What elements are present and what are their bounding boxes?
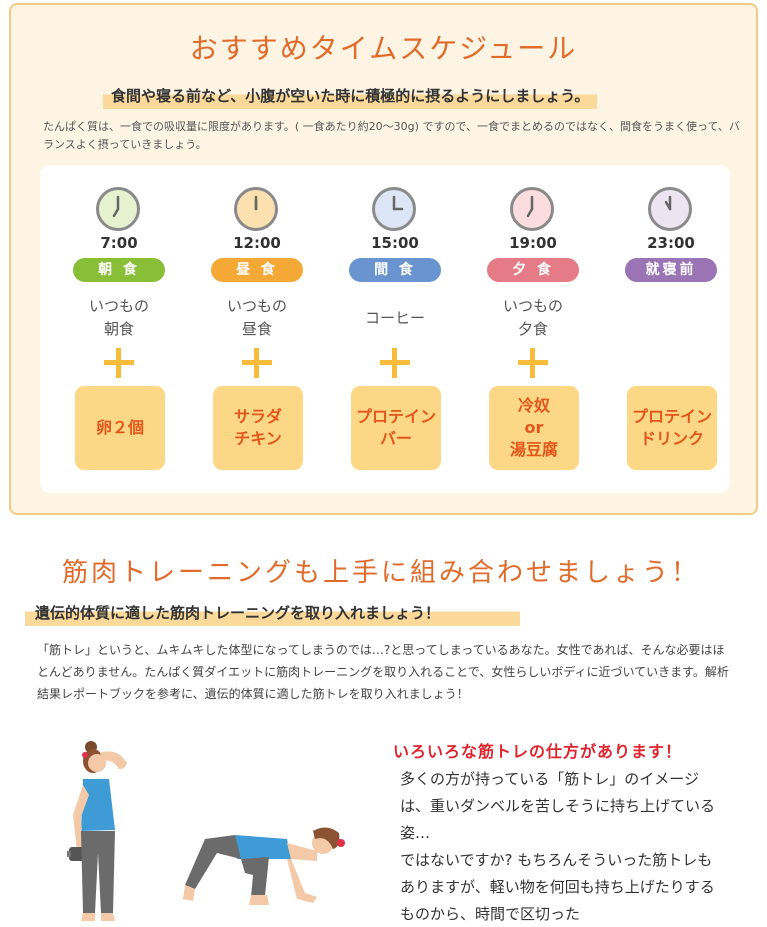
schedule-card: 7:00 朝 食いつもの 朝食 卵２個 12:00 昼 食いつもの 昼食 サラダ チキン 1… bbox=[40, 165, 730, 493]
schedule-time: 19:00 bbox=[509, 234, 557, 252]
protein-food-card: 卵２個 bbox=[75, 386, 165, 470]
clock-icon bbox=[648, 187, 692, 231]
woman-dumbbell-illustration bbox=[67, 741, 127, 921]
schedule-title: おすすめタイムスケジュール bbox=[189, 32, 578, 65]
ways-body: 多くの方が持っている「筋トレ」のイメージは、重いダンベルを苦しそうに持ち上げてい… bbox=[400, 770, 716, 923]
meal-badge: 就寝前 bbox=[625, 258, 717, 282]
meal-badge: 間 食 bbox=[349, 258, 441, 282]
protein-food-card: 冷奴 or 湯豆腐 bbox=[489, 386, 579, 470]
protein-food-card: プロテイン バー bbox=[351, 386, 441, 470]
schedule-description: たんぱく質は、一食での吸収量に限度があります。( 一食あたり約20～30g) で… bbox=[43, 120, 740, 151]
training-title: 筋肉トレーニングも上手に組み合わせましょう！ bbox=[62, 558, 701, 588]
protein-food-card: プロテイン ドリンク bbox=[627, 386, 717, 470]
clock-icon bbox=[96, 187, 140, 231]
schedule-column: 15:00 間 食コーヒープロテイン バー bbox=[340, 165, 450, 493]
schedule-column: 19:00 夕 食いつもの 夕食冷奴 or 湯豆腐 bbox=[478, 165, 588, 493]
ways-title: いろいろな筋トレの仕方があります！ bbox=[393, 742, 683, 761]
meal-badge: 朝 食 bbox=[73, 258, 165, 282]
schedule-time: 15:00 bbox=[371, 234, 419, 252]
meal-badge: 夕 食 bbox=[487, 258, 579, 282]
clock-icon bbox=[372, 187, 416, 231]
usual-meal-label: いつもの 昼食 bbox=[226, 297, 287, 338]
plus-icon bbox=[242, 348, 272, 378]
meal-badge: 昼 食 bbox=[211, 258, 303, 282]
usual-meal-label: いつもの 夕食 bbox=[502, 297, 563, 338]
schedule-panel: おすすめタイムスケジュール 食間や寝る前など、小腹が空いた時に積極的に摂るように… bbox=[9, 3, 758, 515]
schedule-time: 23:00 bbox=[647, 234, 695, 252]
training-description: 「筋トレ」というと、ムキムキした体型になってしまうのでは…?と思ってしまっている… bbox=[37, 643, 729, 701]
schedule-time: 12:00 bbox=[233, 234, 281, 252]
protein-food-card: サラダ チキン bbox=[213, 386, 303, 470]
training-subtitle: 遺伝的体質に適した筋肉トレーニングを取り入れましょう！ bbox=[25, 600, 520, 626]
clock-icon bbox=[234, 187, 278, 231]
schedule-column: 12:00 昼 食いつもの 昼食サラダ チキン bbox=[202, 165, 312, 493]
schedule-column: 23:00 就寝前プロテイン ドリンク bbox=[616, 165, 726, 493]
plus-icon bbox=[104, 348, 134, 378]
schedule-time: 7:00 bbox=[100, 234, 138, 252]
training-illustration bbox=[67, 741, 345, 921]
usual-meal-label: いつもの 朝食 bbox=[88, 297, 149, 338]
plus-icon bbox=[518, 348, 548, 378]
clock-icon bbox=[510, 187, 554, 231]
plus-icon bbox=[380, 348, 410, 378]
usual-meal-label: コーヒー bbox=[364, 309, 425, 327]
schedule-subtitle: 食間や寝る前など、小腹が空いた時に積極的に摂るようにしましょう。 bbox=[103, 83, 598, 109]
schedule-column: 7:00 朝 食いつもの 朝食卵２個 bbox=[64, 165, 174, 493]
woman-lunge-illustration bbox=[183, 827, 345, 905]
